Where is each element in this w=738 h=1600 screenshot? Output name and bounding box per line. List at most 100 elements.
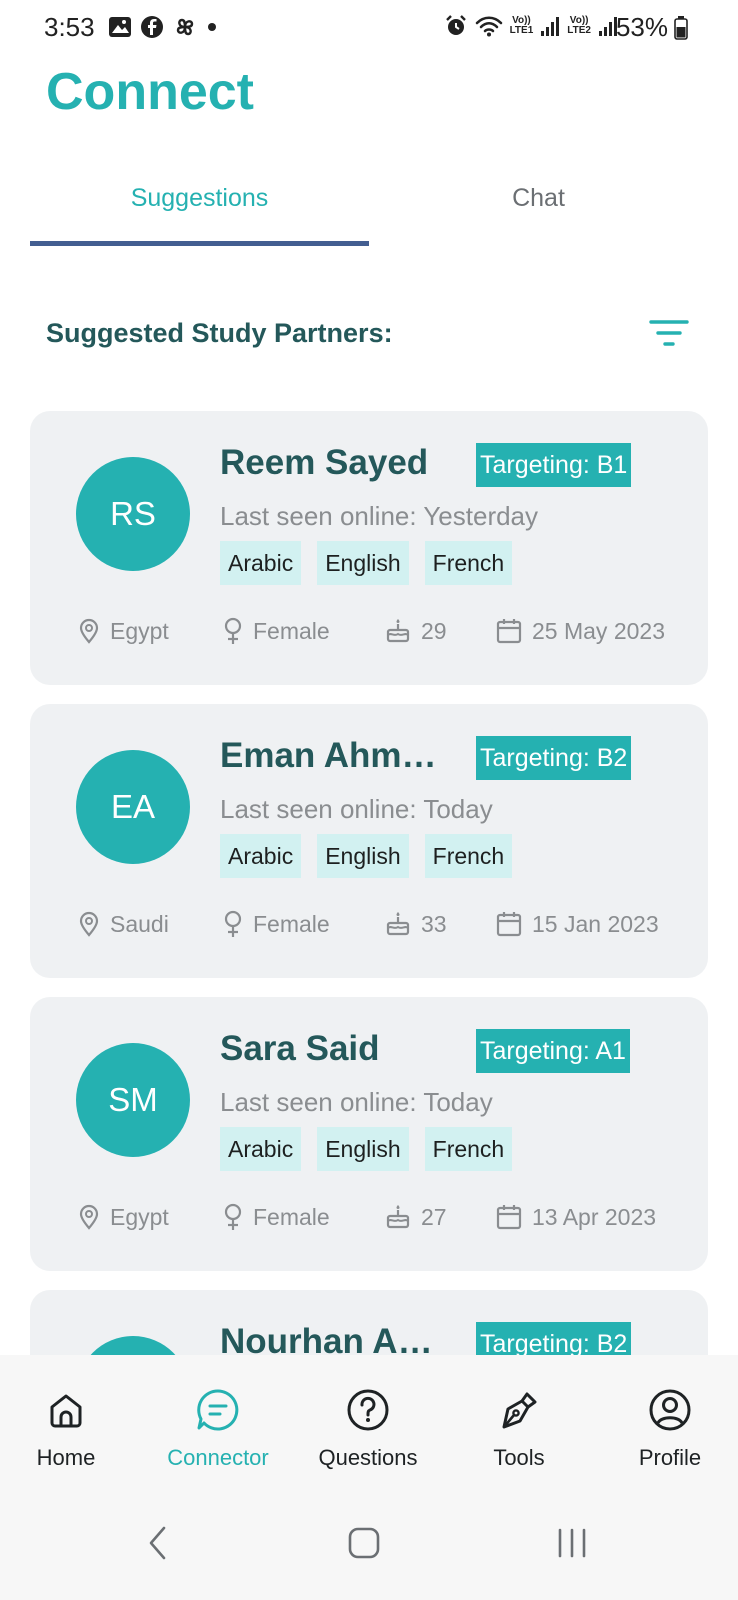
nav-tools-label: Tools [493, 1445, 545, 1470]
status-time: 3:53 [44, 12, 95, 42]
country-text: Egypt [110, 1203, 169, 1230]
age-field: 29 [385, 609, 447, 653]
last-seen-text: Last seen online: Today [220, 794, 493, 824]
calendar-icon [496, 619, 522, 644]
signal-bars-icon [541, 17, 560, 36]
gender-text: Female [253, 910, 330, 937]
gender-field: Female [223, 902, 330, 946]
age-text: 33 [421, 910, 447, 937]
system-home-button[interactable] [334, 1518, 394, 1568]
calendar-icon [496, 1205, 522, 1230]
battery-icon [674, 16, 688, 40]
status-bar: 3:53 Vo)) LTE1 Vo)) LTE2 53% [0, 0, 738, 56]
tab-suggestions[interactable]: Suggestions [30, 170, 369, 246]
targeting-badge: Targeting: A1 [476, 1029, 630, 1073]
partner-meta: Egypt Female 29 25 May 2023 [78, 609, 678, 653]
gender-text: Female [253, 1203, 330, 1230]
filter-icon [649, 320, 689, 346]
last-seen-text: Last seen online: Yesterday [220, 501, 539, 531]
targeting-badge: Targeting: B2 [476, 736, 632, 780]
country-text: Egypt [110, 617, 169, 644]
language-chip: English [317, 1127, 409, 1171]
gender-text: Female [253, 617, 330, 644]
nav-tools[interactable]: Tools [445, 1355, 593, 1490]
gender-field: Female [223, 609, 330, 653]
language-chip: French [424, 1127, 513, 1171]
profile-icon [649, 1389, 691, 1431]
nav-home-label: Home [36, 1445, 96, 1470]
calendar-icon [496, 912, 522, 937]
back-chevron-icon [149, 1526, 166, 1560]
system-back-button[interactable] [128, 1518, 188, 1568]
partner-card-sara-said[interactable]: SM Sara Said Targeting: A1 Last seen onl… [30, 997, 708, 1271]
language-chip: Arabic [220, 1127, 302, 1171]
partner-name: Sara Said [220, 1029, 380, 1068]
female-icon [224, 617, 242, 644]
gender-field: Female [223, 1195, 330, 1239]
partner-meta: Saudi Female 33 15 Jan 2023 [78, 902, 678, 946]
partner-card-reem-sayed[interactable]: RS Reem Sayed Targeting: B1 Last seen on… [30, 411, 708, 685]
bottom-navigation: Home Connector Questions Tools Profile [0, 1355, 738, 1490]
system-recents-button[interactable] [542, 1518, 602, 1568]
location-pin-icon [79, 911, 99, 937]
location-pin-icon [79, 618, 99, 644]
wifi-icon [475, 16, 502, 37]
age-field: 33 [385, 902, 447, 946]
battery-percent: 53% [615, 12, 668, 42]
nav-profile-label: Profile [638, 1445, 702, 1470]
alarm-icon [445, 15, 466, 35]
age-text: 29 [421, 617, 447, 644]
date-text: 15 Jan 2023 [532, 910, 659, 937]
page-title: Connect [46, 63, 254, 121]
nav-connector[interactable]: Connector [144, 1355, 292, 1490]
targeting-badge: Targeting: B1 [476, 443, 632, 487]
date-field: 13 Apr 2023 [496, 1195, 656, 1239]
country-text: Saudi [110, 910, 169, 937]
date-field: 25 May 2023 [496, 609, 665, 653]
language-list: Arabic English French [220, 541, 513, 585]
female-icon [224, 1203, 242, 1230]
last-seen-text: Last seen online: Today [220, 1087, 493, 1117]
partner-meta: Egypt Female 27 13 Apr 2023 [78, 1195, 678, 1239]
volte-lte2-indicator: Vo)) LTE2 [567, 15, 591, 36]
cake-icon [386, 1205, 410, 1229]
filter-button[interactable] [646, 310, 692, 356]
language-chip: French [424, 834, 513, 878]
system-navigation-bar [0, 1490, 738, 1600]
home-square-icon [348, 1527, 380, 1559]
language-list: Arabic English French [220, 1127, 513, 1171]
language-chip: English [317, 541, 409, 585]
cake-icon [386, 619, 410, 643]
nav-connector-label: Connector [167, 1445, 269, 1470]
pinwheel-notification-icon [176, 18, 194, 36]
nav-home[interactable]: Home [0, 1355, 140, 1490]
tab-chat[interactable]: Chat [369, 170, 708, 246]
volte-lte1-indicator: Vo)) LTE1 [509, 15, 534, 36]
cake-icon [386, 912, 410, 936]
language-chip: English [317, 834, 409, 878]
age-field: 27 [385, 1195, 447, 1239]
date-text: 25 May 2023 [532, 617, 665, 644]
date-field: 15 Jan 2023 [496, 902, 659, 946]
partner-name: Eman Ahm… [220, 736, 437, 775]
location-pin-icon [79, 1204, 99, 1230]
question-icon [347, 1389, 389, 1431]
dot-icon [208, 23, 216, 31]
country-field: Saudi [78, 902, 169, 946]
age-text: 27 [421, 1203, 447, 1230]
language-list: Arabic English French [220, 834, 513, 878]
avatar: RS [76, 457, 190, 571]
partner-name: Reem Sayed [220, 443, 429, 482]
tab-bar: Suggestions Chat [30, 170, 708, 246]
avatar: SM [76, 1043, 190, 1157]
female-icon [224, 910, 242, 937]
language-chip: Arabic [220, 541, 302, 585]
nav-questions-label: Questions [318, 1445, 418, 1470]
facebook-notification-icon [141, 16, 163, 38]
section-title: Suggested Study Partners: [46, 317, 393, 348]
nav-questions[interactable]: Questions [294, 1355, 442, 1490]
language-chip: Arabic [220, 834, 302, 878]
nav-profile[interactable]: Profile [596, 1355, 738, 1490]
home-icon [50, 1394, 82, 1428]
partner-card-eman[interactable]: EA Eman Ahm… Targeting: B2 Last seen onl… [30, 704, 708, 978]
